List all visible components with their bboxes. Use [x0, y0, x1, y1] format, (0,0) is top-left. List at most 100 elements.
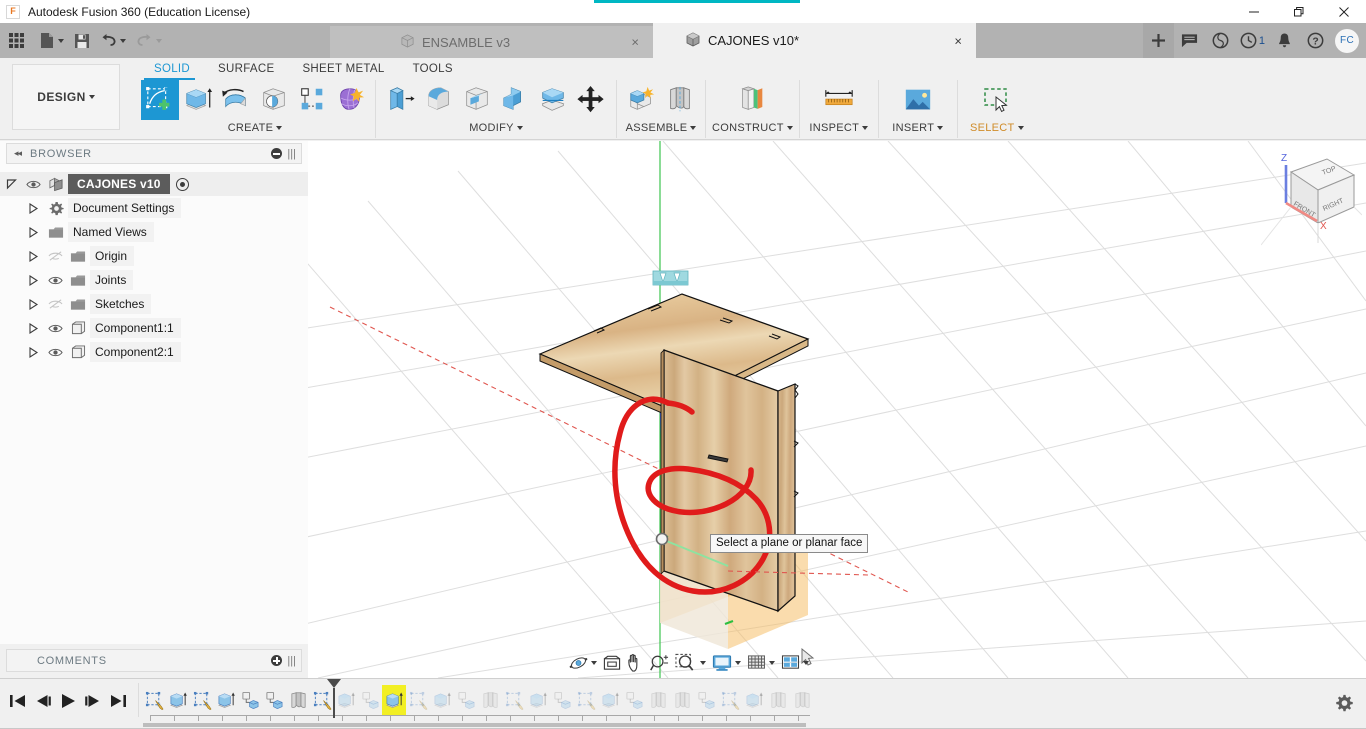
ribbon-group-label[interactable]: INSERT: [892, 120, 944, 136]
expand-arrow-icon[interactable]: [22, 298, 44, 310]
measure-button[interactable]: [820, 80, 858, 120]
sketch-feature[interactable]: [190, 685, 214, 715]
tree-row-origin[interactable]: Origin: [0, 244, 308, 268]
minimize-button[interactable]: [1231, 0, 1276, 23]
new-file-icon[interactable]: [35, 23, 69, 58]
joint-feature[interactable]: [766, 685, 790, 715]
ribbon-group-label[interactable]: CREATE: [228, 120, 283, 136]
timeline-feature-track[interactable]: [142, 683, 814, 717]
tree-row-sketches[interactable]: Sketches: [0, 292, 308, 316]
close-icon[interactable]: ×: [631, 36, 639, 49]
comments-panel-header[interactable]: COMMENTS |||: [6, 649, 302, 672]
extrude-feature[interactable]: [214, 685, 238, 715]
collapse-all-icon[interactable]: [271, 148, 283, 159]
ribbon-group-label[interactable]: CONSTRUCT: [712, 120, 793, 136]
pattern-button[interactable]: [293, 80, 331, 120]
joint-feature[interactable]: [790, 685, 814, 715]
tree-row-document-settings[interactable]: Document Settings: [0, 196, 308, 220]
active-component-icon[interactable]: [175, 177, 189, 191]
move-copy-button[interactable]: [572, 80, 610, 120]
save-icon[interactable]: [69, 23, 95, 58]
panel-grip-icon[interactable]: |||: [287, 148, 296, 160]
tree-row-component1[interactable]: Component1:1: [0, 316, 308, 340]
combine-button[interactable]: [496, 80, 534, 120]
form-button[interactable]: [331, 80, 369, 120]
joint-button[interactable]: [661, 80, 699, 120]
ribbon-tab-tools[interactable]: TOOLS: [399, 60, 467, 77]
component-feature[interactable]: [550, 685, 574, 715]
expand-arrow-icon[interactable]: [22, 346, 44, 358]
expand-arrow-icon[interactable]: [22, 202, 44, 214]
step-back-button[interactable]: [30, 684, 55, 717]
app-grid-icon[interactable]: [0, 23, 35, 58]
document-tab-ensamble[interactable]: ENSAMBLE v3 ×: [330, 26, 653, 58]
viewports-button[interactable]: [778, 649, 812, 676]
redo-icon[interactable]: [131, 23, 167, 58]
create-sketch-button[interactable]: [141, 80, 179, 120]
extrude-feature[interactable]: [166, 685, 190, 715]
joint-feature[interactable]: [646, 685, 670, 715]
ribbon-group-label[interactable]: SELECT: [970, 120, 1024, 136]
close-icon[interactable]: ×: [954, 34, 962, 47]
revolve-button[interactable]: [217, 80, 255, 120]
expand-arrow-icon[interactable]: [22, 226, 44, 238]
ribbon-tab-surface[interactable]: SURFACE: [204, 60, 288, 77]
look-at-button[interactable]: [600, 649, 624, 676]
alerts-bell-icon[interactable]: [1269, 23, 1300, 58]
extrude-feature[interactable]: [430, 685, 454, 715]
workspace-switcher[interactable]: DESIGN: [12, 64, 120, 130]
insert-image-button[interactable]: [899, 80, 937, 120]
component-feature[interactable]: [238, 685, 262, 715]
tree-row-joints[interactable]: Joints: [0, 268, 308, 292]
visibility-eye-icon[interactable]: [22, 179, 44, 190]
visibility-eye-icon[interactable]: [44, 323, 66, 334]
ribbon-group-label[interactable]: INSPECT: [809, 120, 869, 136]
new-component-button[interactable]: [623, 80, 661, 120]
extrude-feature[interactable]: [526, 685, 550, 715]
comment-icon[interactable]: [1174, 23, 1205, 58]
orbit-button[interactable]: [566, 649, 600, 676]
ribbon-group-label[interactable]: MODIFY: [469, 120, 523, 136]
tree-row-root[interactable]: CAJONES v10: [0, 172, 308, 196]
add-comment-icon[interactable]: [271, 655, 283, 666]
avatar[interactable]: FC: [1335, 28, 1359, 53]
zoom-fit-button[interactable]: [672, 649, 709, 676]
sketch-feature[interactable]: [406, 685, 430, 715]
joint-feature[interactable]: [670, 685, 694, 715]
offset-plane-button[interactable]: [733, 80, 771, 120]
timeline-settings-gear-icon[interactable]: [1330, 689, 1358, 717]
extrude-feature[interactable]: [742, 685, 766, 715]
extrude-feature[interactable]: [598, 685, 622, 715]
view-cube[interactable]: TOP FRONT RIGHT Z X: [1261, 145, 1362, 255]
ribbon-tab-sheet-metal[interactable]: SHEET METAL: [288, 60, 398, 77]
component-feature[interactable]: [622, 685, 646, 715]
display-settings-button[interactable]: [709, 649, 744, 676]
expand-arrow-icon[interactable]: [22, 322, 44, 334]
new-tab-button[interactable]: [1142, 23, 1174, 58]
panel-grip-icon[interactable]: |||: [287, 655, 296, 667]
visibility-eye-icon[interactable]: [44, 347, 66, 358]
timeline-playhead-marker[interactable]: [327, 679, 341, 718]
timeline-scrollbar[interactable]: [143, 723, 806, 727]
go-to-end-button[interactable]: [105, 684, 130, 717]
document-tab-cajones[interactable]: CAJONES v10* ×: [653, 23, 976, 58]
shell-button[interactable]: [458, 80, 496, 120]
joint-feature[interactable]: [286, 685, 310, 715]
play-button[interactable]: [55, 684, 80, 717]
restore-button[interactable]: [1276, 0, 1321, 23]
help-icon[interactable]: ?: [1300, 23, 1331, 58]
extrude-feature[interactable]: [382, 685, 406, 715]
component-feature[interactable]: [694, 685, 718, 715]
sketch-feature[interactable]: [142, 685, 166, 715]
job-status-icon[interactable]: [1205, 23, 1236, 58]
expand-arrow-icon[interactable]: [0, 178, 22, 190]
notification-history-icon[interactable]: 1: [1236, 23, 1269, 58]
sketch-feature[interactable]: [574, 685, 598, 715]
close-button[interactable]: [1321, 0, 1366, 23]
go-to-beginning-button[interactable]: [5, 684, 30, 717]
sphere-button[interactable]: [255, 80, 293, 120]
pan-button[interactable]: [624, 649, 647, 676]
component-feature[interactable]: [454, 685, 478, 715]
press-pull-button[interactable]: [382, 80, 420, 120]
visibility-eye-off-icon[interactable]: [44, 250, 66, 262]
